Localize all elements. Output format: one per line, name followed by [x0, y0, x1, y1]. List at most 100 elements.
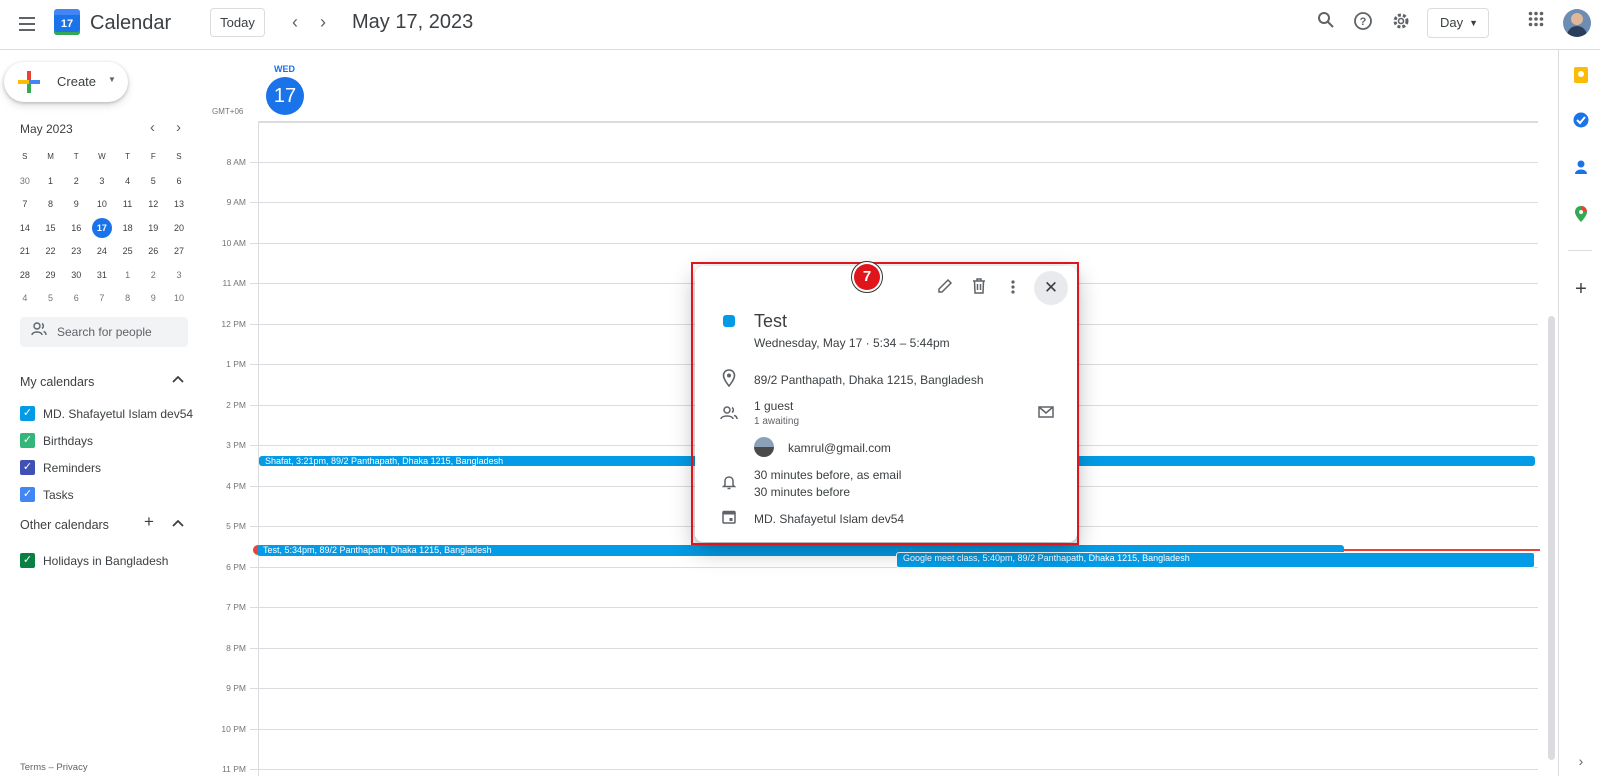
mini-calendar-day[interactable]: 14 [12, 217, 38, 241]
mini-calendar-week: 21 22 23 24 25 26 27 [12, 240, 192, 264]
mini-calendar-day[interactable]: 1 [38, 170, 64, 194]
hour-label: 12 PM [221, 318, 246, 329]
my-calendars-title[interactable]: My calendars [20, 375, 94, 389]
mini-calendar-day[interactable]: 8 [115, 287, 141, 311]
create-button[interactable]: Create ▼ [4, 62, 128, 102]
add-addon-icon[interactable]: + [1572, 279, 1590, 299]
mini-calendar-day[interactable]: 2 [63, 170, 89, 194]
mini-calendar-day[interactable]: 25 [115, 240, 141, 264]
mini-calendar-day[interactable]: 26 [140, 240, 166, 264]
mini-calendar-day[interactable]: 29 [38, 264, 64, 288]
mini-calendar-day[interactable]: 7 [12, 193, 38, 217]
terms-privacy-links[interactable]: Terms – Privacy [20, 762, 88, 773]
edit-event-icon[interactable] [933, 278, 957, 302]
mini-calendar-day[interactable]: 10 [166, 287, 192, 311]
checkbox-checked-icon[interactable]: ✓ [20, 487, 35, 502]
mini-calendar-day[interactable]: 13 [166, 193, 192, 217]
step-highlight-box [691, 262, 1079, 545]
mini-calendar-prev-icon[interactable]: ‹ [150, 119, 155, 136]
mini-calendar-day[interactable]: 16 [63, 217, 89, 241]
chevron-up-icon[interactable] [172, 373, 184, 387]
checkbox-checked-icon[interactable]: ✓ [20, 553, 35, 568]
mini-calendar-day[interactable]: 5 [140, 170, 166, 194]
day-number[interactable]: 17 [266, 77, 304, 115]
maps-icon[interactable] [1572, 205, 1590, 223]
mini-calendar-day[interactable]: 12 [140, 193, 166, 217]
close-icon[interactable]: ✕ [1034, 271, 1068, 305]
hour-label: 8 PM [226, 642, 246, 653]
guest-email[interactable]: kamrul@gmail.com [788, 441, 891, 455]
mini-calendar-day[interactable]: 28 [12, 264, 38, 288]
mini-calendar-day[interactable]: 7 [89, 287, 115, 311]
mini-calendar-day[interactable]: 3 [89, 170, 115, 194]
other-calendars-title: Other calendars [20, 518, 109, 532]
mini-calendar-day[interactable]: 4 [12, 287, 38, 311]
mini-calendar-day[interactable]: 8 [38, 193, 64, 217]
add-calendar-icon[interactable]: + [144, 513, 154, 530]
previous-day-icon[interactable]: ‹ [283, 10, 307, 34]
mini-calendar-day[interactable]: 17 [89, 217, 115, 241]
event-color-indicator [723, 315, 735, 327]
event-location[interactable]: 89/2 Panthapath, Dhaka 1215, Bangladesh [754, 373, 984, 387]
mini-calendar-day[interactable]: 9 [140, 287, 166, 311]
mini-calendar-day[interactable]: 9 [63, 193, 89, 217]
today-button[interactable]: Today [210, 8, 265, 37]
mini-calendar-day[interactable]: 6 [166, 170, 192, 194]
mini-calendar-day[interactable]: 2 [140, 264, 166, 288]
view-selector[interactable]: Day ▼ [1427, 8, 1489, 38]
keep-icon[interactable] [1572, 66, 1590, 84]
checkbox-checked-icon[interactable]: ✓ [20, 406, 35, 421]
mini-calendar-day[interactable]: 10 [89, 193, 115, 217]
mini-calendar-day[interactable]: 5 [38, 287, 64, 311]
checkbox-checked-icon[interactable]: ✓ [20, 460, 35, 475]
vertical-scrollbar[interactable] [1548, 316, 1555, 760]
mini-calendar-day[interactable]: 4 [115, 170, 141, 194]
main-menu-icon[interactable] [16, 13, 38, 35]
next-day-icon[interactable]: › [311, 10, 335, 34]
mini-calendar-day[interactable]: 3 [166, 264, 192, 288]
hour-label: 7 PM [226, 602, 246, 612]
mini-calendar-day[interactable]: 6 [63, 287, 89, 311]
mini-calendar-weekday: T [73, 152, 79, 161]
delete-event-icon[interactable] [967, 278, 991, 302]
calendar-item-label: Tasks [43, 488, 74, 502]
tasks-icon[interactable] [1572, 111, 1590, 129]
search-people-input[interactable]: Search for people [20, 317, 188, 347]
help-icon[interactable]: ? [1351, 11, 1375, 35]
search-icon[interactable] [1314, 11, 1338, 35]
mini-calendar-day[interactable]: 15 [38, 217, 64, 241]
reminder-email: 30 minutes before, as email [754, 468, 902, 482]
mini-calendar-day[interactable]: 19 [140, 217, 166, 241]
checkbox-checked-icon[interactable]: ✓ [20, 433, 35, 448]
mini-calendar-day[interactable]: 27 [166, 240, 192, 264]
email-guests-icon[interactable] [1036, 404, 1056, 424]
mini-calendar-weekday: S [22, 152, 28, 161]
guest-avatar[interactable] [754, 437, 774, 457]
guests-icon [719, 405, 739, 425]
mini-calendar-day[interactable]: 30 [12, 170, 38, 194]
settings-icon[interactable] [1389, 11, 1413, 35]
apps-grid-icon[interactable] [1524, 11, 1548, 35]
account-avatar[interactable] [1563, 9, 1591, 37]
mini-calendar-day-label: 19 [148, 222, 159, 233]
mini-calendar-day[interactable]: 24 [89, 240, 115, 264]
mini-calendar-day[interactable]: 23 [63, 240, 89, 264]
mini-calendar-day[interactable]: 22 [38, 240, 64, 264]
mini-calendar-day[interactable]: 18 [115, 217, 141, 241]
expand-panel-icon[interactable]: › [1572, 752, 1590, 770]
mini-calendar-day[interactable]: 31 [89, 264, 115, 288]
contacts-icon[interactable] [1572, 158, 1590, 176]
mini-calendar-day[interactable]: 20 [166, 217, 192, 241]
mini-calendar-day[interactable]: 1 [115, 264, 141, 288]
chevron-up-icon[interactable] [172, 517, 184, 531]
mini-calendar-day[interactable]: 21 [12, 240, 38, 264]
chevron-down-icon: ▼ [1469, 18, 1478, 28]
event-google-meet-class[interactable]: Google meet class, 5:40pm, 89/2 Panthapa… [896, 552, 1535, 568]
more-options-icon[interactable] [1001, 278, 1025, 302]
mini-calendar-next-icon[interactable]: › [176, 119, 181, 136]
mini-calendar-day[interactable]: 30 [63, 264, 89, 288]
mini-calendar-day[interactable]: 11 [115, 193, 141, 217]
mini-calendar-day-label: 10 [173, 293, 184, 303]
hour-label: 11 PM [222, 764, 246, 774]
calendar-logo-icon[interactable]: 17 [54, 9, 80, 35]
